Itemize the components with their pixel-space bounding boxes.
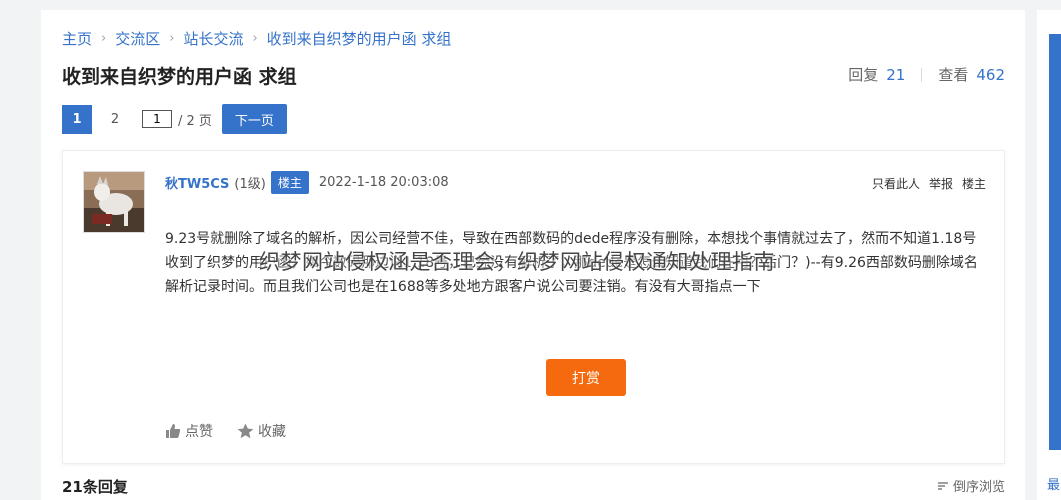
- right-sidebar-label: 最: [1047, 478, 1061, 493]
- post-bottom-actions: 点赞 收藏: [165, 421, 310, 441]
- report-link[interactable]: 举报: [929, 175, 953, 192]
- thread-stats: 回复 21 查看 462: [848, 64, 1005, 85]
- breadcrumb-board-link[interactable]: 站长交流: [183, 28, 243, 49]
- favorite-label: 收藏: [258, 424, 286, 440]
- breadcrumb-separator: ›: [169, 31, 175, 46]
- author-level: (1级): [234, 177, 266, 192]
- favorite-button[interactable]: 收藏: [237, 421, 286, 441]
- right-sidebar-banner[interactable]: [1049, 34, 1061, 450]
- pagination: 1 2 / 2 页 下一页: [62, 104, 287, 134]
- first-post: 秋TW5CS (1级) 楼主 2022-1-18 20:03:08 只看此人 举…: [62, 150, 1005, 464]
- avatar[interactable]: [83, 171, 145, 233]
- replies-header: 21条回复: [62, 478, 128, 496]
- breadcrumb-forum-link[interactable]: 交流区: [115, 28, 160, 49]
- sort-label: 倒序浏览: [952, 480, 1005, 495]
- floor-label: 楼主: [961, 177, 986, 191]
- post-actions: 只看此人 举报 楼主: [863, 175, 986, 192]
- star-icon: [237, 423, 254, 439]
- page-button-1[interactable]: 1: [62, 104, 92, 134]
- sort-toggle[interactable]: 倒序浏览: [937, 476, 1005, 495]
- breadcrumb-home-link[interactable]: 主页: [62, 28, 92, 49]
- view-label: 查看: [938, 66, 969, 84]
- like-label: 点赞: [185, 424, 213, 440]
- stats-divider: [921, 67, 923, 82]
- view-count: 462: [976, 65, 1005, 84]
- page-button-2[interactable]: 2: [100, 104, 130, 134]
- breadcrumb: 主页 › 交流区 › 站长交流 › 收到来自织梦的用户函 求组: [62, 28, 451, 49]
- page-total: / 2 页: [178, 113, 212, 129]
- avatar-dog-image: [84, 172, 144, 232]
- breadcrumb-separator: ›: [252, 31, 258, 46]
- post-author[interactable]: 秋TW5CS: [165, 173, 229, 192]
- page-title: 收到来自织梦的用户函 求组: [62, 66, 297, 88]
- reply-label: 回复: [848, 66, 879, 84]
- thread-card: 主页 › 交流区 › 站长交流 › 收到来自织梦的用户函 求组 收到来自织梦的用…: [41, 10, 1025, 500]
- only-this-user-link[interactable]: 只看此人: [872, 175, 920, 192]
- next-page-button[interactable]: 下一页: [221, 104, 287, 134]
- post-time: 2022-1-18 20:03:08: [318, 175, 449, 190]
- op-badge: 楼主: [270, 171, 309, 194]
- like-button[interactable]: 点赞: [165, 421, 213, 441]
- breadcrumb-thread-link[interactable]: 收到来自织梦的用户函 求组: [267, 28, 452, 49]
- page-jump-input[interactable]: [142, 110, 172, 128]
- tip-button[interactable]: 打赏: [546, 359, 626, 396]
- thumbs-up-icon: [166, 424, 181, 438]
- post-meta: 秋TW5CS (1级) 楼主 2022-1-18 20:03:08: [165, 171, 449, 194]
- breadcrumb-separator: ›: [101, 31, 107, 46]
- watermark-title: 织梦网站侵权涵是否理会，织梦网站侵权通知处理指南: [259, 250, 775, 274]
- reply-count: 21: [886, 65, 906, 84]
